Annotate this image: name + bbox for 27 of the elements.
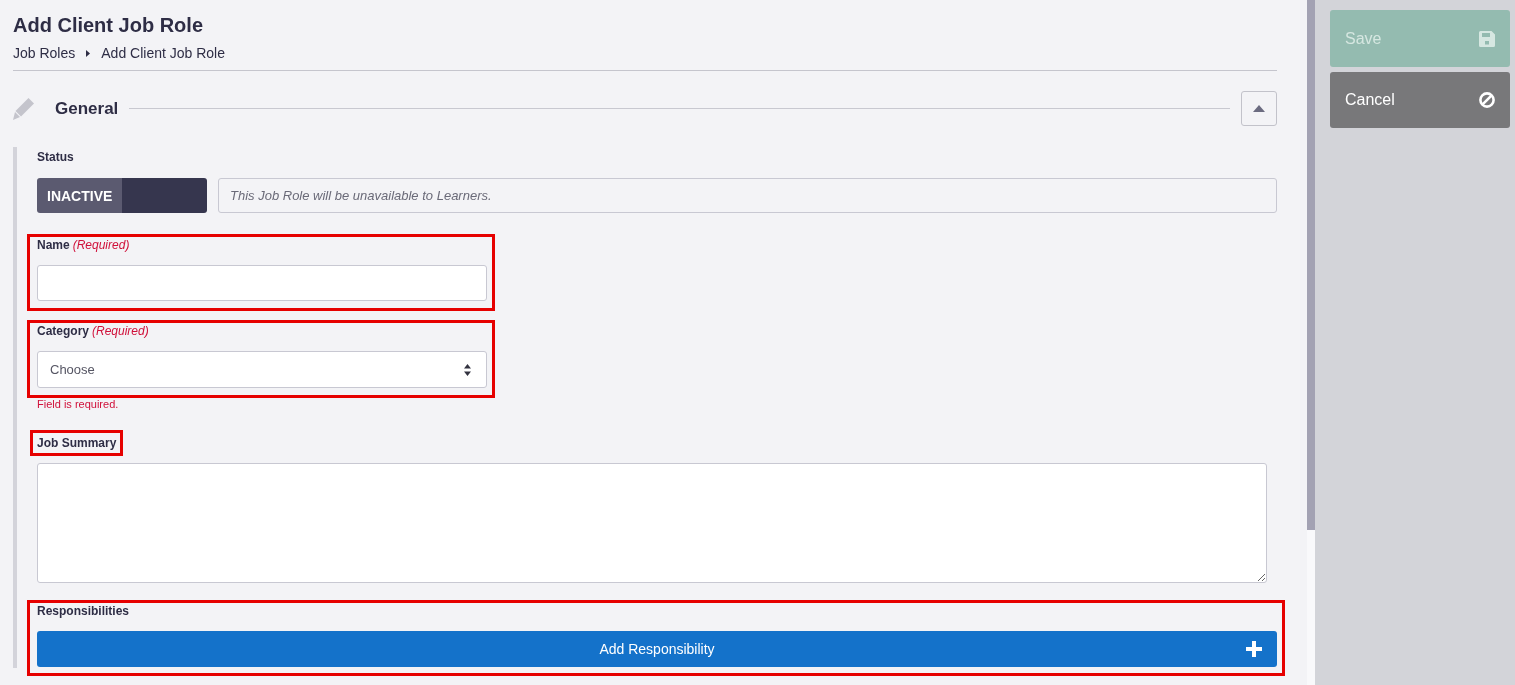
- cancel-button[interactable]: Cancel: [1330, 72, 1510, 128]
- caret-right-icon: [86, 49, 91, 57]
- breadcrumb-current: Add Client Job Role: [101, 44, 225, 62]
- status-label: Status: [37, 149, 74, 165]
- sort-arrows-icon: [464, 363, 471, 376]
- status-toggle[interactable]: INACTIVE: [37, 178, 207, 213]
- text-input[interactable]: [37, 265, 487, 301]
- scrollbar-thumb[interactable]: [1307, 0, 1315, 530]
- field-label: Responsibilities: [37, 603, 130, 619]
- page-title: Add Client Job Role: [13, 13, 203, 37]
- caret-up-icon: [1253, 105, 1265, 112]
- section-title: General: [55, 98, 119, 119]
- plus-icon: [1246, 641, 1262, 657]
- error-message: Field is required.: [37, 398, 119, 410]
- add-responsibility-button[interactable]: Add Responsibility: [37, 631, 1277, 667]
- collapse-button[interactable]: [1241, 91, 1277, 126]
- select-field[interactable]: Choose: [37, 351, 487, 388]
- status-note: This Job Role will be unavailable to Learners.: [218, 178, 1277, 213]
- required-note: (Required): [92, 323, 149, 339]
- breadcrumb-link[interactable]: Job Roles: [13, 44, 76, 62]
- field-label: Category: [37, 323, 89, 339]
- pencil-icon: [13, 97, 35, 120]
- required-note: (Required): [72, 237, 130, 253]
- textarea-field[interactable]: [37, 463, 1267, 583]
- field-label: Job Summary: [37, 435, 117, 451]
- ban-icon: [1479, 92, 1495, 108]
- field-label: Name: [37, 237, 70, 253]
